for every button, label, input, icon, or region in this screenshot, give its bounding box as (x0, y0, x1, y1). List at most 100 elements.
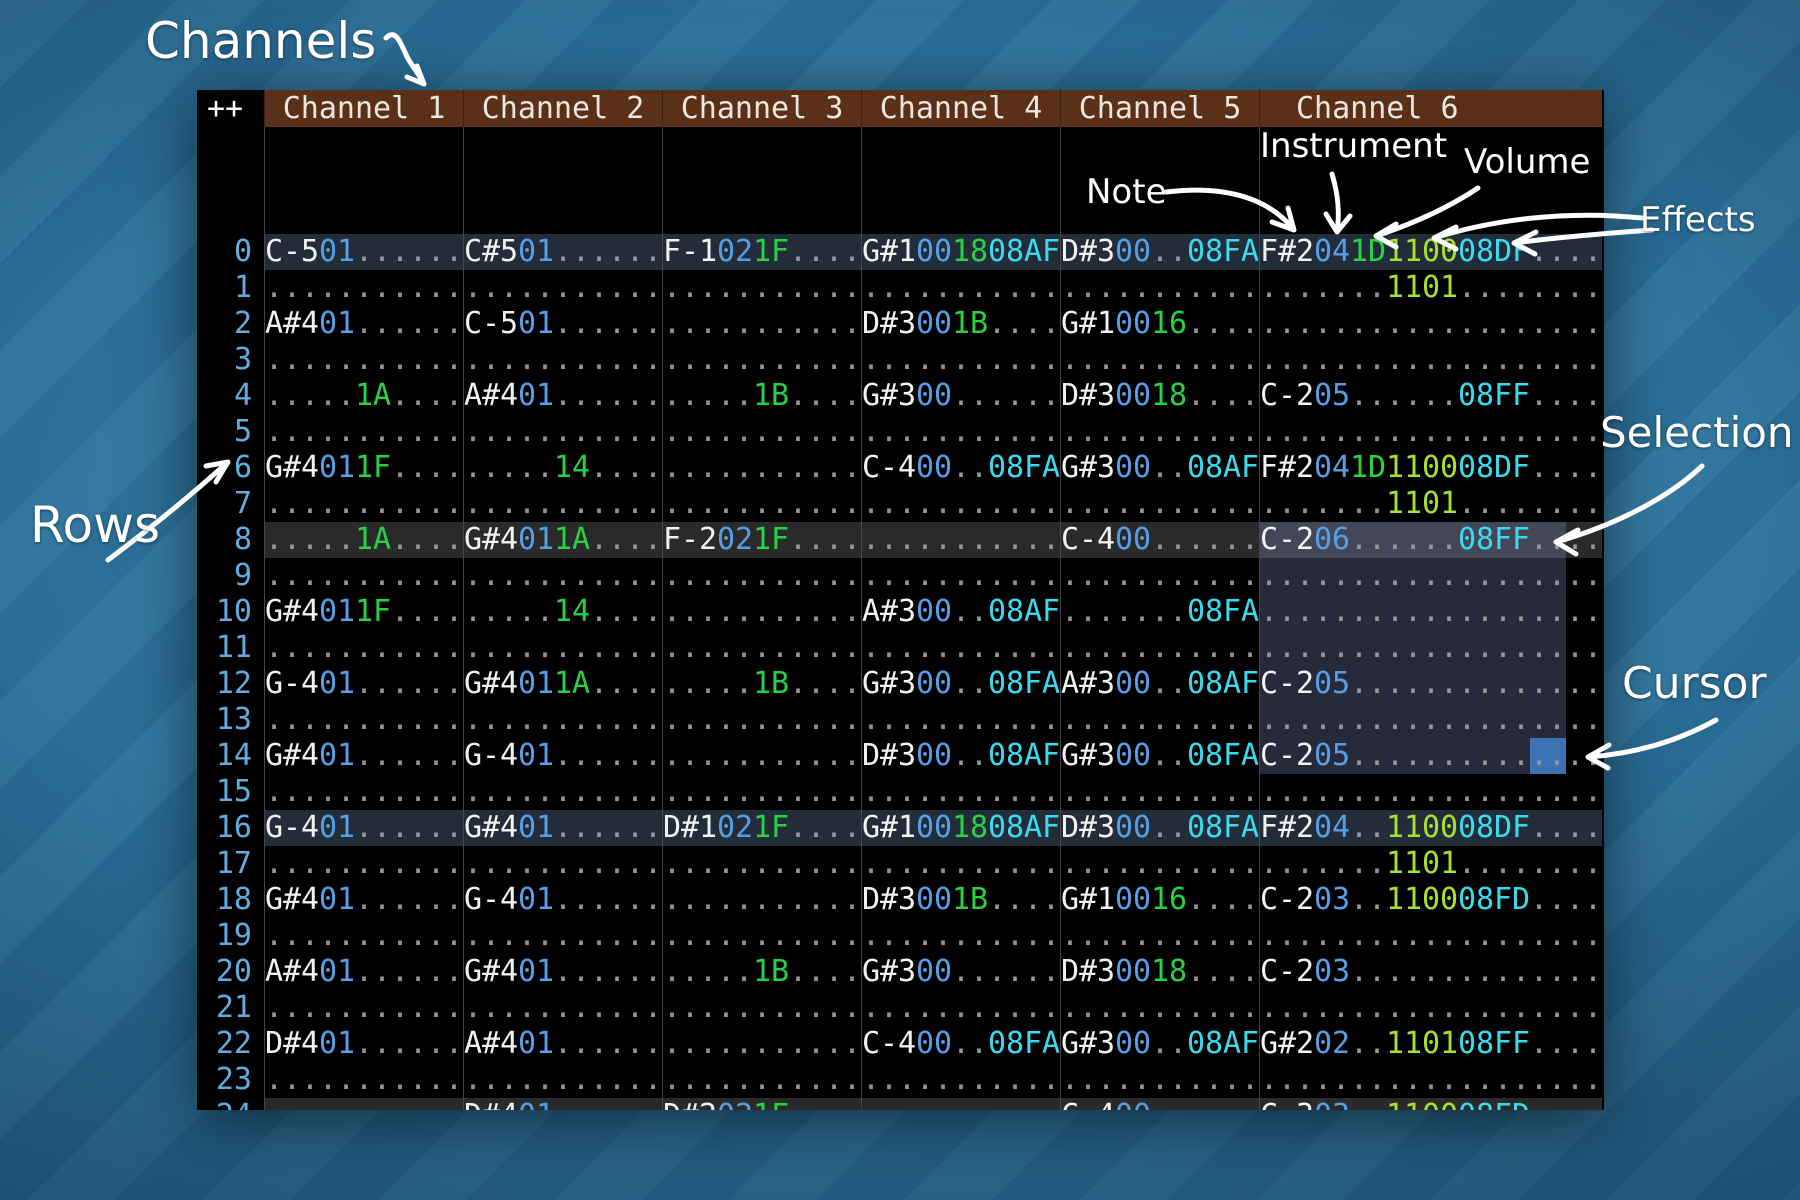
pattern-cell[interactable]: F-1021F.... (662, 234, 861, 270)
pattern-cell[interactable]: G#401...... (264, 882, 463, 918)
pattern-cell[interactable]: G#4011A.... (463, 666, 662, 702)
pattern-cell[interactable]: G-401...... (463, 738, 662, 774)
pattern-cell[interactable]: ........... (1060, 990, 1259, 1026)
pattern-cell[interactable]: G#300...... (861, 378, 1060, 414)
pattern-cell[interactable]: D#300..08FA (1060, 234, 1259, 270)
row-number[interactable]: 2 (197, 306, 264, 342)
pattern-cell[interactable]: ........... (264, 486, 463, 522)
pattern-cell[interactable]: .....1B.... (662, 666, 861, 702)
pattern-cell[interactable]: ........... (662, 306, 861, 342)
pattern-cell[interactable]: ........... (662, 990, 861, 1026)
pattern-cell[interactable]: D#30018.... (1060, 378, 1259, 414)
row-number[interactable]: 7 (197, 486, 264, 522)
pattern-cell[interactable]: C-303..110008FD.... (1259, 1098, 1602, 1110)
row-number[interactable]: 22 (197, 1026, 264, 1062)
pattern-cell[interactable]: C-205.............. (1259, 738, 1602, 774)
pattern-cell[interactable]: F-2021F.... (662, 522, 861, 558)
pattern-cell[interactable]: C-501...... (264, 234, 463, 270)
pattern-cell[interactable]: .....14.... (463, 594, 662, 630)
row-number[interactable]: 5 (197, 414, 264, 450)
pattern-cell[interactable]: D#300..08AF (861, 738, 1060, 774)
pattern-cell[interactable]: ................... (1259, 558, 1602, 594)
pattern-cell[interactable]: .....14.... (463, 450, 662, 486)
channel-header-2[interactable]: Channel 2 (463, 90, 662, 127)
pattern-cell[interactable]: G#10016.... (1060, 306, 1259, 342)
pattern-cell[interactable]: ........... (463, 702, 662, 738)
pattern-cell[interactable]: ................... (1259, 918, 1602, 954)
pattern-cell[interactable]: ........... (264, 990, 463, 1026)
pattern-cell[interactable]: F#2041D110008DF.... (1259, 450, 1602, 486)
pattern-cell[interactable]: ........... (264, 702, 463, 738)
pattern-cell[interactable]: ........... (264, 846, 463, 882)
pattern-cell[interactable]: ........... (1060, 414, 1259, 450)
row-number[interactable]: 12 (197, 666, 264, 702)
pattern-cell[interactable]: G#1001808AF (861, 810, 1060, 846)
pattern-cell[interactable]: ........... (662, 630, 861, 666)
pattern-cell[interactable]: ................... (1259, 306, 1602, 342)
pattern-cell[interactable]: ........... (861, 990, 1060, 1026)
pattern-cell[interactable]: ........... (861, 630, 1060, 666)
pattern-cell[interactable]: ........... (264, 1098, 463, 1110)
pattern-cell[interactable]: ........... (1060, 918, 1259, 954)
row-number[interactable]: 13 (197, 702, 264, 738)
pattern-cell[interactable]: G#401...... (463, 954, 662, 990)
row-number[interactable]: 18 (197, 882, 264, 918)
pattern-cell[interactable]: ........... (1060, 558, 1259, 594)
pattern-cell[interactable]: ........... (861, 414, 1060, 450)
pattern-cell[interactable]: ................... (1259, 630, 1602, 666)
pattern-cell[interactable]: G-401...... (264, 810, 463, 846)
pattern-cell[interactable]: ........... (662, 450, 861, 486)
pattern-cell[interactable]: ........... (861, 846, 1060, 882)
pattern-cell[interactable]: G#300..08FA (861, 666, 1060, 702)
pattern-cell[interactable]: .......08FA (1060, 594, 1259, 630)
pattern-cell[interactable]: ........... (264, 1062, 463, 1098)
row-number[interactable]: 9 (197, 558, 264, 594)
pattern-cell[interactable]: ........... (463, 486, 662, 522)
pattern-cell[interactable]: G#300..08AF (1060, 1026, 1259, 1062)
pattern-cell[interactable]: A#401...... (264, 954, 463, 990)
pattern-cell[interactable]: ........... (662, 882, 861, 918)
row-number[interactable]: 10 (197, 594, 264, 630)
pattern-cell[interactable]: ........... (662, 342, 861, 378)
pattern-cell[interactable]: ........... (662, 270, 861, 306)
pattern-cell[interactable]: ........... (1060, 846, 1259, 882)
pattern-cell[interactable]: D#401...... (264, 1026, 463, 1062)
pattern-cell[interactable]: ........... (463, 558, 662, 594)
pattern-cell[interactable]: ................... (1259, 1062, 1602, 1098)
pattern-cell[interactable]: A#300..08AF (861, 594, 1060, 630)
channel-header-6[interactable]: Channel 6 (1259, 90, 1602, 127)
pattern-cell[interactable]: ........... (264, 414, 463, 450)
pattern-cell[interactable]: ........... (463, 270, 662, 306)
pattern-cell[interactable]: G-401...... (264, 666, 463, 702)
pattern-cell[interactable]: C-400...... (1060, 522, 1259, 558)
pattern-cell[interactable]: C-501...... (463, 306, 662, 342)
pattern-cell[interactable]: A#300..08AF (1060, 666, 1259, 702)
pattern-cell[interactable]: C-400..08FA (861, 450, 1060, 486)
pattern-cell[interactable]: .....1A.... (264, 522, 463, 558)
pattern-cell[interactable]: G#4011F.... (264, 450, 463, 486)
pattern-cell[interactable]: G#4011F.... (264, 594, 463, 630)
pattern-cell[interactable]: G#10016.... (1060, 882, 1259, 918)
pattern-cell[interactable]: D#401...... (463, 1098, 662, 1110)
pattern-cell[interactable]: ........... (1060, 270, 1259, 306)
pattern-cell[interactable]: G#1001808AF (861, 234, 1060, 270)
pattern-cell[interactable]: ........... (662, 774, 861, 810)
pattern-cell[interactable]: ........... (463, 846, 662, 882)
pattern-cell[interactable]: D#3001B.... (861, 882, 1060, 918)
pattern-cell[interactable]: ........... (662, 702, 861, 738)
row-number[interactable]: 6 (197, 450, 264, 486)
pattern-cell[interactable]: ........... (662, 846, 861, 882)
pattern-cell[interactable]: F#204..110008DF.... (1259, 810, 1602, 846)
pattern-cell[interactable]: ........... (662, 594, 861, 630)
pattern-cell[interactable]: ........... (1060, 630, 1259, 666)
pattern-cell[interactable]: ........... (861, 1098, 1060, 1110)
pattern-cell[interactable]: ................... (1259, 594, 1602, 630)
pattern-cell[interactable]: ........... (463, 990, 662, 1026)
row-number[interactable]: 0 (197, 234, 264, 270)
pattern-cell[interactable]: ........... (1060, 702, 1259, 738)
row-number[interactable]: 11 (197, 630, 264, 666)
pattern-cell[interactable]: .....1B.... (662, 378, 861, 414)
row-number[interactable]: 1 (197, 270, 264, 306)
pattern-cell[interactable]: D#30018.... (1060, 954, 1259, 990)
pattern-cell[interactable]: C-203.............. (1259, 954, 1602, 990)
